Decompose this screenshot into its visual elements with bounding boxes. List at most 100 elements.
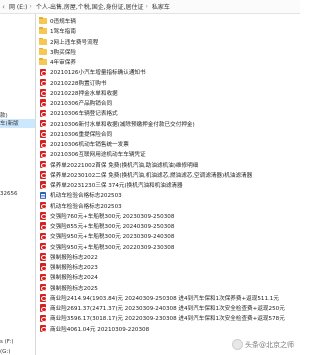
- pdf-file-icon: [39, 201, 47, 210]
- folder-icon: [39, 37, 47, 46]
- watermark-text: 头条@北京之师: [245, 340, 294, 349]
- file-item[interactable]: 20210228购置订购书: [37, 78, 300, 88]
- file-name: 1驾车指南: [50, 29, 76, 36]
- file-name: 商业险4061.04元 20210309-220308: [50, 326, 150, 333]
- folder-item[interactable]: 0违规车辆: [37, 16, 300, 26]
- nav-pane-item[interactable]: s (F:): [0, 339, 35, 348]
- file-name: 强制报险标志2022: [50, 254, 98, 261]
- file-name: 2网上违车费号流程: [50, 39, 99, 46]
- file-item[interactable]: 保养单20230102二保 免费(换机汽油,机油滤芯,燃油滤芯,空调滤清器)机油…: [37, 170, 300, 180]
- file-item[interactable]: 交强险855元+车船税300元 20240309-250308: [37, 221, 300, 231]
- file-name: 机动车检验合格标志202503: [50, 203, 122, 210]
- breadcrumb-folder-personal[interactable]: 个人-出售,房屋,个税,国企,身份证,居住证: [36, 2, 144, 11]
- file-item[interactable]: 强制报险标志2022: [37, 252, 300, 262]
- pdf-file-icon: [39, 171, 47, 179]
- file-item[interactable]: 商业险2691.37(2471.37)元 20230309-240308 进4到…: [37, 303, 300, 313]
- pdf-file-icon: [39, 294, 47, 302]
- file-name: 交强险855元+车船税300元 20240309-250308: [50, 224, 175, 231]
- nav-pane-item[interactable]: 32656: [0, 191, 35, 200]
- file-item[interactable]: 交强险950元+车船税300元 20220309-230308: [37, 242, 300, 252]
- file-name: 机动车检验合格标志202503: [50, 193, 122, 200]
- file-item[interactable]: 保养单20221002首保 免费(换机汽油,助油滤机油)维修明细: [37, 160, 300, 170]
- pdf-file-icon: [39, 283, 47, 292]
- file-name: 20210306新付水单和收据(减除预缴押金付款已交付押金): [50, 121, 195, 128]
- file-name: 交强险760元+车船税300元 20230309-250308: [50, 213, 175, 220]
- file-name: 商业险3596.17(3018.17)元 20220309-230308 进4到…: [50, 316, 285, 323]
- address-bar[interactable]: ‹ 网 (E:) › 个人-出售,房屋,个税,国企,身份证,居住证 › 私家车: [0, 0, 300, 14]
- pdf-file-icon: [39, 273, 47, 282]
- pdf-file-icon: [39, 160, 47, 169]
- file-item[interactable]: 20210126小汽车增量指标确认通知书: [37, 67, 300, 77]
- file-name: 强制报险标志2023: [50, 265, 98, 272]
- file-name: 20210306产品购销合同: [50, 101, 113, 108]
- nav-pane-item[interactable]: (G:): [0, 349, 35, 355]
- pdf-file-icon: [39, 119, 47, 128]
- pdf-file-icon: [39, 314, 47, 323]
- file-item[interactable]: 20210306互联网用途机动车车辆凭证: [37, 149, 300, 159]
- folder-icon: [39, 47, 47, 56]
- file-name: 20210228押金水单和收据: [50, 90, 118, 97]
- file-item[interactable]: 机动车检验合格标志202503: [37, 201, 300, 211]
- file-item[interactable]: 交强险950元+车船税300元 20230309-240308: [37, 231, 300, 241]
- file-name: 强制报险标志2024: [50, 275, 98, 282]
- pdf-file-icon: [39, 78, 47, 87]
- breadcrumb-separator-icon: ›: [145, 3, 148, 10]
- folder-item[interactable]: 1驾车指南: [37, 26, 300, 36]
- pdf-file-icon: [39, 181, 47, 189]
- back-arrow-icon[interactable]: ‹: [0, 3, 7, 11]
- breadcrumb-folder-car[interactable]: 私家车: [152, 2, 170, 11]
- file-name: 20210228购置订购书: [50, 80, 107, 87]
- file-item[interactable]: 强制报险标志2025: [37, 283, 300, 293]
- file-list[interactable]: 0违规车辆 1驾车指南 2网上违车费号流程 3购买保险 4年审保养 20210126小汽车…: [37, 14, 300, 355]
- file-item[interactable]: 20210306机动车销售统一发票: [37, 139, 300, 149]
- file-name: 强制报险标志2025: [50, 285, 98, 292]
- file-name: 20210306互联网用途机动车车辆凭证: [50, 152, 146, 159]
- folder-item[interactable]: 2网上违车费号流程: [37, 37, 300, 47]
- pdf-file-icon: [39, 89, 47, 97]
- file-name: 3购买保险: [50, 49, 76, 56]
- navigation-pane[interactable]: 款) 车(新版 32656 s (F:) (G:): [0, 14, 36, 355]
- file-item[interactable]: 强制报险标志2023: [37, 262, 300, 272]
- watermark-logo-icon: [232, 339, 243, 350]
- pdf-file-icon: [39, 109, 47, 118]
- file-name: 保养单20221002首保 免费(换机汽油,助油滤机油)维修明细: [50, 162, 199, 169]
- pdf-file-icon: [39, 242, 47, 251]
- pdf-file-icon: [39, 222, 47, 230]
- document-file-icon: [39, 191, 47, 200]
- file-name: 20210306车辆登记表格式: [50, 111, 118, 118]
- file-item[interactable]: 交强险760元+车船税300元 20230309-250308: [37, 211, 300, 221]
- pdf-file-icon: [39, 324, 47, 333]
- watermark: 头条@北京之师: [232, 339, 294, 350]
- file-name: 商业险2414.94(1903.84)元 20240309-250308 进4到…: [50, 295, 279, 302]
- file-item[interactable]: 机动车检验合格标志202503: [37, 190, 300, 200]
- file-item[interactable]: 保养单20231230三保 374元(换机汽油和机油滤清器: [37, 180, 300, 190]
- breadcrumb-drive[interactable]: 网 (E:): [9, 2, 27, 11]
- file-item[interactable]: 商业险2414.94(1903.84)元 20240309-250308 进4到…: [37, 293, 300, 303]
- file-item[interactable]: 商业险4061.04元 20210309-220308: [37, 324, 300, 334]
- file-item[interactable]: 20210228押金水单和收据: [37, 88, 300, 98]
- file-item[interactable]: 强制报险标志2024: [37, 272, 300, 282]
- pdf-file-icon: [39, 99, 47, 107]
- file-item[interactable]: 商业险3596.17(3018.17)元 20220309-230308 进4到…: [37, 313, 300, 323]
- file-name: 保养单20230102二保 免费(换机汽油,机油滤芯,燃油滤芯,空调滤清器)机油…: [50, 172, 253, 179]
- file-name: 20210126小汽车增量指标确认通知书: [50, 70, 146, 77]
- file-name: 20210306重提保险合同: [50, 131, 113, 138]
- file-name: 保养单20231230三保 374元(换机汽油和机油滤清器: [50, 183, 183, 190]
- folder-item[interactable]: 3购买保险: [37, 47, 300, 57]
- file-item[interactable]: 20210306新付水单和收据(减除预缴押金付款已交付押金): [37, 119, 300, 129]
- pdf-file-icon: [39, 263, 47, 271]
- pdf-file-icon: [39, 150, 47, 159]
- file-name: 交强险950元+车船税300元 20220309-230308: [50, 244, 175, 251]
- folder-item[interactable]: 4年审保养: [37, 57, 300, 67]
- file-item[interactable]: 20210306重提保险合同: [37, 129, 300, 139]
- pdf-file-icon: [39, 130, 47, 138]
- pdf-file-icon: [39, 212, 47, 220]
- file-name: 交强险950元+车船税300元 20230309-240308: [50, 234, 175, 241]
- file-name: 4年审保养: [50, 60, 76, 67]
- breadcrumb-separator-icon: ›: [29, 3, 32, 10]
- file-item[interactable]: 20210306产品购销合同: [37, 98, 300, 108]
- file-name: 0违规车辆: [50, 19, 76, 26]
- nav-pane-item[interactable]: 车(新版: [0, 119, 35, 128]
- file-item[interactable]: 20210306车辆登记表格式: [37, 108, 300, 118]
- folder-icon: [39, 58, 47, 66]
